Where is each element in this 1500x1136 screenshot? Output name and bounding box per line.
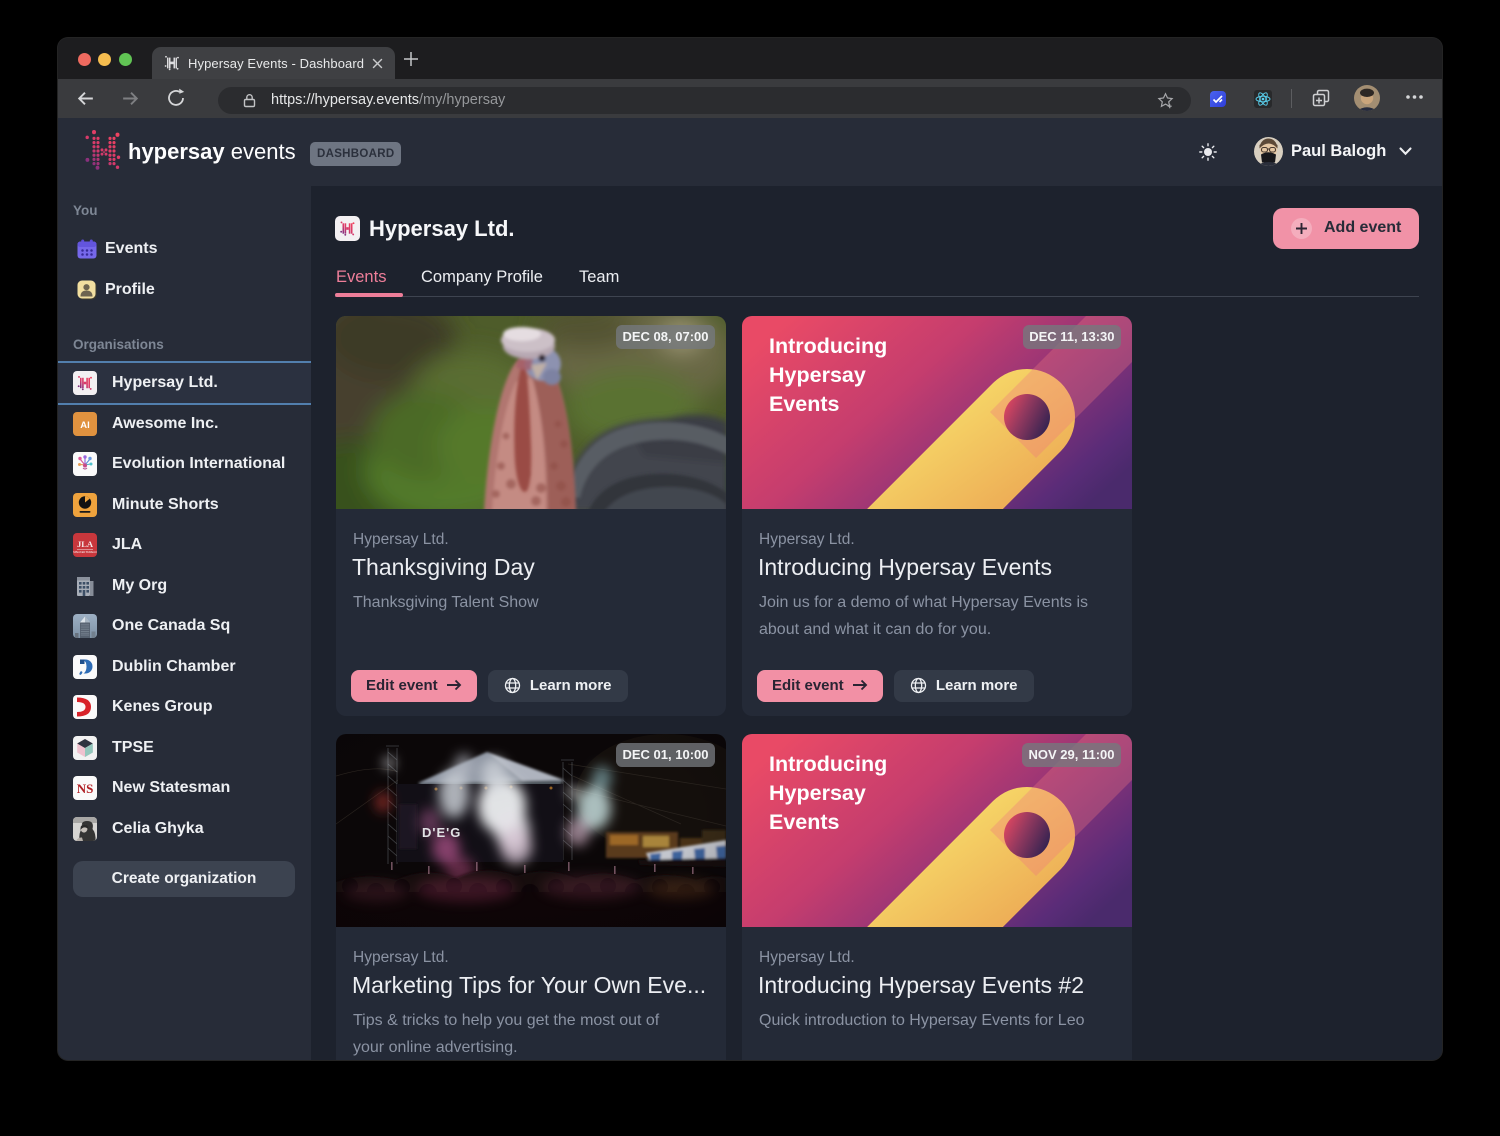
- svg-text:Events: Events: [769, 810, 840, 834]
- svg-text:Hypersay: Hypersay: [769, 363, 866, 387]
- svg-text:SPEAKER BUREAU: SPEAKER BUREAU: [73, 550, 97, 554]
- svg-text:Hypersay: Hypersay: [769, 781, 866, 805]
- svg-text:NS: NS: [77, 781, 94, 796]
- svg-text:Introducing: Introducing: [769, 752, 887, 776]
- svg-text:JLA: JLA: [77, 539, 94, 549]
- svg-text:Events: Events: [769, 392, 840, 416]
- svg-text:Introducing: Introducing: [769, 334, 887, 358]
- svg-text:Al: Al: [80, 420, 90, 431]
